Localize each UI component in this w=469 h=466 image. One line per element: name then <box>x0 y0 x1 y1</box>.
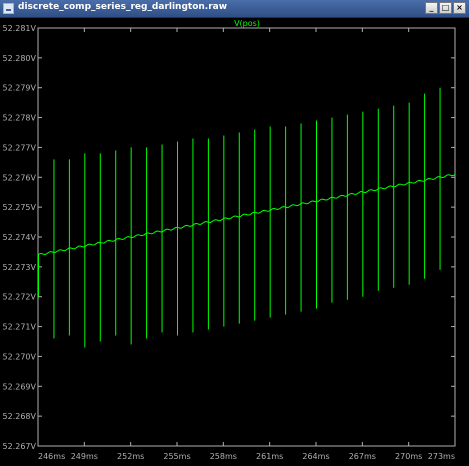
x-tick-label: 264ms <box>302 452 329 461</box>
y-tick-label: 52.279V <box>3 84 37 93</box>
y-tick-label: 52.271V <box>3 323 37 332</box>
x-tick-label: 252ms <box>117 452 144 461</box>
minimize-button[interactable]: _ <box>425 2 438 14</box>
waveform-viewer-window: discrete_comp_series_reg_darlington.raw … <box>0 0 469 466</box>
y-tick-label: 52.281V <box>3 24 37 33</box>
close-button[interactable]: × <box>453 2 466 14</box>
trace-label-vpos[interactable]: V(pos) <box>234 19 260 28</box>
y-tick-label: 52.275V <box>3 203 37 212</box>
trace-vpos <box>37 87 456 348</box>
y-axis: 52.267V 52.268V 52.269V 52.270V 52.271V 52.27… <box>3 24 455 451</box>
y-tick-label: 52.277V <box>3 143 37 152</box>
y-tick-label: 52.269V <box>3 382 37 391</box>
y-tick-label: 52.272V <box>3 293 37 302</box>
x-tick-label: 267ms <box>349 452 376 461</box>
y-tick-label: 52.270V <box>3 352 37 361</box>
x-tick-label: 273ms <box>428 452 455 461</box>
y-tick-label: 52.278V <box>3 114 37 123</box>
x-tick-label: 258ms <box>210 452 237 461</box>
x-tick-label: 270ms <box>395 452 422 461</box>
y-tick-label: 52.268V <box>3 412 37 421</box>
y-tick-label: 52.280V <box>3 54 37 63</box>
y-tick-label: 52.267V <box>3 442 37 451</box>
maximize-button[interactable]: □ <box>439 2 452 14</box>
waveform-app-icon <box>3 3 14 14</box>
window-title: discrete_comp_series_reg_darlington.raw <box>18 2 228 12</box>
y-tick-label: 52.273V <box>3 263 37 272</box>
x-tick-label: 255ms <box>163 452 190 461</box>
x-tick-label: 261ms <box>256 452 283 461</box>
plot-area[interactable]: V(pos) 52.267V 52.268V 52.269V 52.270V 52.27… <box>0 18 469 466</box>
title-bar[interactable]: discrete_comp_series_reg_darlington.raw … <box>0 0 469 18</box>
y-tick-label: 52.274V <box>3 233 37 242</box>
x-tick-label: 246ms <box>38 452 65 461</box>
x-tick-label: 249ms <box>71 452 98 461</box>
y-tick-label: 52.276V <box>3 173 37 182</box>
